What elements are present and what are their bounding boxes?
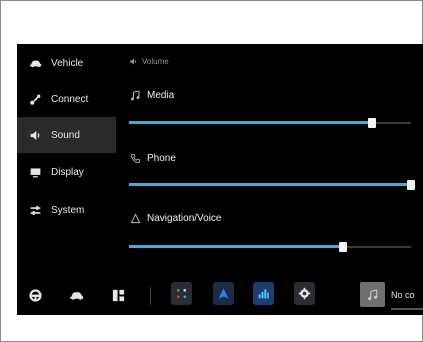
apps-grid-icon <box>112 289 124 301</box>
speaker-icon <box>28 128 42 142</box>
sidebar-item-label: Display <box>51 166 84 178</box>
slider-fill <box>129 245 344 248</box>
bottom-dock: No co <box>17 274 423 315</box>
settings-gear-icon <box>298 287 311 300</box>
steering-wheel-icon <box>28 288 42 302</box>
sidebar-item-label: Vehicle <box>51 57 84 69</box>
now-playing-widget[interactable]: No co <box>360 282 415 307</box>
equalizer-app-button[interactable] <box>253 282 274 305</box>
steering-wheel-button[interactable] <box>23 283 47 307</box>
phone-app-button[interactable] <box>171 282 192 305</box>
phone-volume-label: Phone <box>129 152 176 164</box>
sidebar-item-label: System <box>51 204 85 216</box>
music-note-icon <box>129 89 141 101</box>
slider-fill <box>129 183 411 186</box>
sidebar-item-label: Connect <box>51 93 89 105</box>
dock-divider <box>150 287 151 305</box>
slider-thumb[interactable] <box>407 180 415 190</box>
display-icon <box>28 165 42 179</box>
navigation-icon <box>129 212 141 224</box>
phone-icon <box>129 152 141 164</box>
slider-thumb[interactable] <box>339 242 348 252</box>
navigation-volume-label: Navigation/Voice <box>129 212 222 224</box>
slider-thumb[interactable] <box>367 118 376 128</box>
section-title: Volume <box>142 57 169 66</box>
infotainment-screen: Vehicle Connect Sound Display System Vol… <box>17 44 423 315</box>
speaker-small-icon <box>130 58 137 65</box>
volume-section-header: Volume <box>129 57 169 66</box>
media-volume-label: Media <box>129 89 174 101</box>
navigation-app-button[interactable] <box>213 282 234 305</box>
equalizer-app-icon <box>258 289 269 299</box>
sound-settings-panel: Volume Media Phone Navigation/Voice <box>129 44 423 272</box>
music-note-icon <box>367 288 377 300</box>
album-art <box>360 282 385 307</box>
sidebar-item-connect[interactable]: Connect <box>17 81 116 117</box>
navigation-volume-slider[interactable] <box>129 240 411 254</box>
phone-volume-slider[interactable] <box>129 178 415 192</box>
system-icon <box>28 203 42 217</box>
settings-app-button[interactable] <box>294 282 315 305</box>
media-volume-slider[interactable] <box>129 116 411 130</box>
navigation-app-icon <box>218 288 229 299</box>
sidebar-item-label: Sound <box>51 129 80 141</box>
sidebar-item-system[interactable]: System <box>17 192 116 228</box>
vehicle-button[interactable] <box>64 283 88 307</box>
sidebar-item-vehicle[interactable]: Vehicle <box>17 45 116 81</box>
settings-sidebar: Vehicle Connect Sound Display System <box>17 44 116 272</box>
apps-grid-button[interactable] <box>106 283 130 307</box>
sidebar-item-display[interactable]: Display <box>17 154 116 190</box>
connect-icon <box>28 92 42 106</box>
sidebar-item-sound[interactable]: Sound <box>17 117 116 153</box>
phone-app-icon <box>176 288 187 299</box>
car-icon <box>28 56 42 70</box>
now-playing-text: No co <box>391 289 415 300</box>
now-playing-progress <box>391 308 423 310</box>
car-icon <box>69 291 83 300</box>
slider-fill <box>129 121 372 124</box>
